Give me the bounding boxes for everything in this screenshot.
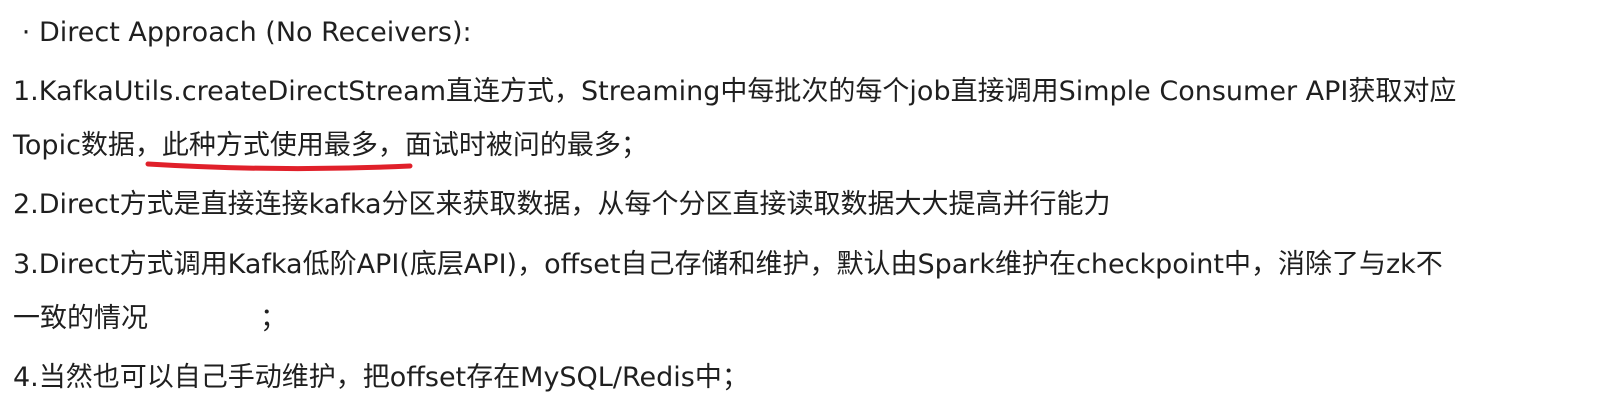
section-heading: · Direct Approach (No Receivers): bbox=[13, 16, 472, 50]
paragraph-4: 4.当然也可以自己手动维护，把offset存在MySQL/Redis中； bbox=[13, 362, 749, 393]
red-underline-annotation bbox=[145, 161, 413, 172]
paragraph-1-text-after: ，面试时被问的最多； bbox=[377, 130, 648, 161]
document-body: · Direct Approach (No Receivers): 1.Kafka… bbox=[0, 0, 1597, 412]
paragraph-2: 2.Direct方式是直接连接kafka分区来获取数据，从每个分区直接读取数据大… bbox=[13, 189, 1111, 220]
paragraph-1-text-before: Topic数据， bbox=[13, 130, 162, 161]
paragraph-3-text-after: ； bbox=[260, 303, 287, 334]
paragraph-3-text-before: 一致的情况 bbox=[13, 303, 148, 334]
highlighted-phrase: 此种方式使用最多 bbox=[161, 130, 378, 161]
paragraph-3-line-2: 一致的情况 ； bbox=[13, 302, 287, 336]
paragraph-1-line-2: Topic数据，此种方式使用最多，面试时被问的最多； bbox=[13, 129, 648, 163]
bullet-dot: · bbox=[21, 17, 31, 48]
section-heading-text: Direct Approach (No Receivers): bbox=[39, 17, 472, 48]
paragraph-3-line-1: 3.Direct方式调用Kafka低阶API(底层API)，offset自己存储… bbox=[13, 249, 1443, 280]
paragraph-1-line-1: 1.KafkaUtils.createDirectStream直连方式，Stre… bbox=[13, 76, 1457, 107]
